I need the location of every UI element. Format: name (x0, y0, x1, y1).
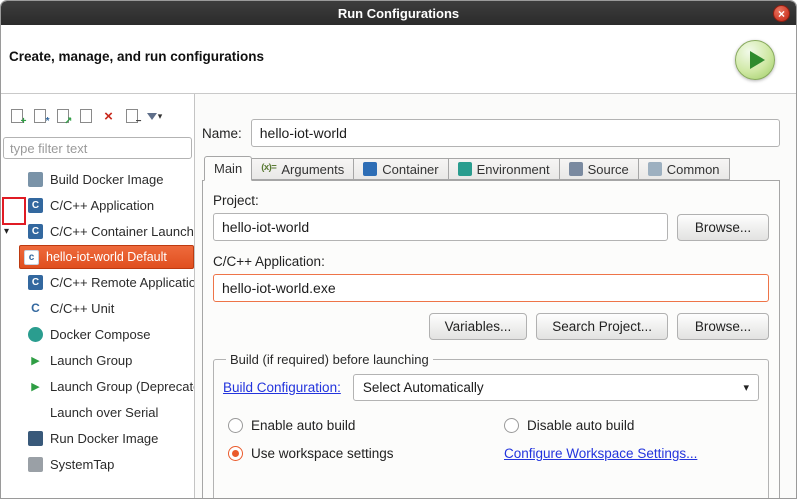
delete-button[interactable]: × (99, 106, 118, 126)
tree-item-launch-group[interactable]: ▶ Launch Group (1, 347, 194, 373)
tree-item-docker-compose[interactable]: Docker Compose (1, 321, 194, 347)
combo-dropdown-icon: ▾ (743, 381, 749, 394)
tab-environment[interactable]: Environment (449, 158, 560, 180)
name-row: Name: (202, 119, 780, 147)
configure-workspace-settings-link[interactable]: Configure Workspace Settings... (504, 446, 697, 461)
dialog-body: + * ↗ × (1, 94, 796, 499)
launch-group-icon: ▶ (28, 353, 43, 368)
disable-auto-build-radio[interactable]: Disable auto build (504, 418, 759, 433)
systemtap-icon (28, 457, 43, 472)
build-docker-image-icon (28, 172, 43, 187)
tree-item-systemtap[interactable]: SystemTap (1, 451, 194, 477)
new-prototype-button[interactable]: * (30, 106, 49, 126)
variables-button[interactable]: Variables... (429, 313, 528, 340)
application-input[interactable] (213, 274, 769, 302)
tree-item-hello-iot-world-default[interactable]: c hello-iot-world Default (19, 245, 194, 269)
launch-toolbar: + * ↗ × (1, 104, 194, 128)
configure-workspace-settings-row: Configure Workspace Settings... (504, 446, 759, 461)
project-input[interactable] (213, 213, 668, 241)
configurations-tree: Build Docker Image C C/C++ Application ▾… (1, 166, 194, 477)
environment-icon (458, 162, 472, 176)
dialog-header: Create, manage, and run configurations (1, 25, 796, 94)
launch-group-deprecated-icon: ▶ (28, 379, 43, 394)
duplicate-button[interactable] (76, 106, 95, 126)
config-detail-panel: Name: Main (x)= Arguments Container Envi… (195, 94, 796, 499)
tab-container[interactable]: Container (354, 158, 448, 180)
project-row: Browse... (213, 213, 769, 241)
filter-menu-button[interactable]: ▾ (145, 106, 164, 126)
tab-common[interactable]: Common (639, 158, 730, 180)
expander-icon[interactable]: ▾ (4, 218, 16, 244)
cpp-container-icon: C (28, 224, 43, 239)
common-icon (648, 162, 662, 176)
new-prototype-icon: * (34, 109, 46, 123)
run-configurations-icon (735, 40, 775, 80)
build-before-launch-group: Build (if required) before launching Bui… (213, 352, 769, 499)
new-launch-config-icon: + (11, 109, 23, 123)
build-group-title: Build (if required) before launching (226, 352, 433, 367)
project-label: Project: (213, 193, 769, 208)
browse-application-button[interactable]: Browse... (677, 313, 769, 340)
enable-auto-build-radio[interactable]: Enable auto build (228, 418, 504, 433)
main-tab-panel: Project: Browse... C/C++ Application: Va… (202, 180, 780, 499)
container-icon (363, 162, 377, 176)
delete-icon: × (104, 109, 113, 124)
search-project-button[interactable]: Search Project... (536, 313, 668, 340)
build-configuration-value: Select Automatically (363, 380, 484, 395)
duplicate-icon (80, 109, 92, 123)
chevron-down-icon: ▾ (158, 111, 163, 122)
cpp-unit-icon: C (28, 301, 43, 316)
tab-arguments[interactable]: (x)= Arguments (252, 158, 354, 180)
play-icon (750, 51, 765, 69)
tree-item-cpp-container-launcher[interactable]: ▾ C C/C++ Container Launch (1, 218, 194, 244)
export-icon: ↗ (57, 109, 69, 123)
dialog-header-title: Create, manage, and run configurations (9, 49, 264, 64)
config-tabs: Main (x)= Arguments Container Environmen… (202, 156, 780, 180)
name-label: Name: (202, 126, 242, 141)
build-options: Enable auto build Disable auto build Use… (223, 418, 759, 461)
tree-item-launch-over-serial[interactable]: Launch over Serial (1, 399, 194, 425)
filter-input[interactable] (3, 137, 192, 159)
tree-item-cpp-application[interactable]: C C/C++ Application (1, 192, 194, 218)
collapse-all-button[interactable]: − (122, 106, 141, 126)
application-label: C/C++ Application: (213, 254, 769, 269)
arguments-icon: (x)= (261, 162, 276, 176)
build-configuration-select[interactable]: Select Automatically ▾ (353, 374, 759, 401)
build-configuration-row: Build Configuration: Select Automaticall… (223, 374, 759, 401)
docker-compose-icon (28, 327, 43, 342)
tab-source[interactable]: Source (560, 158, 639, 180)
name-input[interactable] (251, 119, 780, 147)
launch-config-icon: c (24, 250, 39, 265)
run-docker-image-icon (28, 431, 43, 446)
build-configuration-link[interactable]: Build Configuration: (223, 380, 341, 395)
radio-icon (504, 418, 519, 433)
use-workspace-settings-radio[interactable]: Use workspace settings (228, 446, 504, 461)
close-icon: × (778, 8, 785, 20)
radio-checked-icon (228, 446, 243, 461)
window-title: Run Configurations (338, 6, 459, 21)
tree-item-run-docker-image[interactable]: Run Docker Image (1, 425, 194, 451)
tree-item-cpp-remote-application[interactable]: C C/C++ Remote Application (1, 269, 194, 295)
source-icon (569, 162, 583, 176)
tab-main[interactable]: Main (204, 156, 252, 181)
cpp-remote-icon: C (28, 275, 43, 290)
browse-project-button[interactable]: Browse... (677, 214, 769, 241)
radio-icon (228, 418, 243, 433)
cpp-application-icon: C (28, 198, 43, 213)
tree-item-launch-group-deprecated[interactable]: ▶ Launch Group (Deprecated) (1, 373, 194, 399)
tree-item-build-docker-image[interactable]: Build Docker Image (1, 166, 194, 192)
close-button[interactable]: × (773, 5, 790, 22)
run-configurations-dialog: Run Configurations × Create, manage, and… (0, 0, 797, 499)
configurations-sidebar: + * ↗ × (1, 94, 195, 499)
filter-icon (147, 113, 157, 120)
tree-item-cpp-unit[interactable]: C C/C++ Unit (1, 295, 194, 321)
titlebar: Run Configurations × (1, 1, 796, 25)
application-buttons-row: Variables... Search Project... Browse... (213, 313, 769, 340)
new-launch-config-button[interactable]: + (7, 106, 26, 126)
launch-over-serial-icon (28, 405, 43, 420)
collapse-all-icon: − (126, 109, 138, 123)
export-launch-config-button[interactable]: ↗ (53, 106, 72, 126)
